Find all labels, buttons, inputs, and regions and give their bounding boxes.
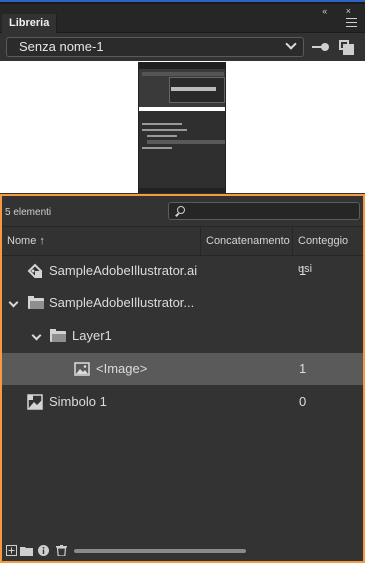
column-header: Nome ↑ Concatenamento Conteggio usi — [2, 226, 363, 275]
item-uses: 1 — [299, 361, 307, 376]
item-preview — [0, 61, 365, 193]
list-item[interactable]: SampleAdobeIllustrator.ai 1 — [2, 255, 363, 287]
new-library-panel-icon[interactable] — [339, 40, 354, 55]
pin-icon[interactable] — [312, 43, 330, 51]
item-name: Layer1 — [72, 328, 112, 343]
item-name: <Image> — [96, 361, 148, 376]
preview-thumbnail — [138, 62, 226, 193]
column-linkage[interactable]: Concatenamento — [200, 227, 292, 255]
search-input[interactable] — [168, 202, 360, 220]
sort-up-icon: ↑ — [39, 235, 45, 247]
symbol-icon — [27, 263, 43, 279]
item-name: SampleAdobeIllustrator.ai — [49, 263, 198, 278]
panel-menu-icon[interactable] — [346, 18, 357, 27]
panel-title-strip: « × — [0, 4, 365, 16]
library-list-panel: 5 elementi Nome ↑ Concatenamento Conteggi… — [0, 194, 365, 563]
document-name: Senza nome-1 — [19, 39, 104, 54]
chevron-down-icon[interactable] — [8, 297, 19, 308]
item-name: Simbolo 1 — [49, 394, 107, 409]
list-item[interactable]: Layer1 — [2, 320, 363, 352]
chevron-down-icon — [285, 38, 297, 50]
horizontal-scrollbar[interactable] — [74, 549, 246, 553]
item-uses: 1 — [299, 263, 307, 278]
tab-library[interactable]: Libreria — [2, 14, 58, 33]
chevron-down-icon[interactable] — [31, 330, 42, 341]
new-symbol-icon[interactable] — [6, 545, 17, 556]
new-folder-icon[interactable] — [20, 545, 33, 556]
library-footer — [2, 541, 363, 561]
item-uses: 0 — [299, 394, 307, 409]
list-item-selected[interactable]: <Image> 1 — [2, 353, 363, 385]
properties-icon[interactable] — [38, 545, 49, 556]
folder-icon — [50, 328, 66, 344]
image-icon — [74, 361, 90, 377]
folder-icon — [28, 295, 44, 311]
column-name[interactable]: Nome ↑ — [7, 227, 45, 255]
document-dropdown[interactable]: Senza nome-1 — [6, 37, 304, 57]
search-icon — [175, 206, 185, 217]
graphic-symbol-icon — [27, 394, 43, 410]
column-uses[interactable]: Conteggio usi — [292, 227, 363, 275]
item-name: SampleAdobeIllustrator... — [49, 295, 195, 310]
panel-tabbar: Libreria — [0, 14, 365, 33]
document-bar: Senza nome-1 — [0, 33, 365, 61]
list-item[interactable]: SampleAdobeIllustrator... — [2, 287, 363, 319]
trash-icon[interactable] — [56, 545, 67, 557]
list-item[interactable]: Simbolo 1 0 — [2, 386, 363, 418]
items-count: 5 elementi — [5, 207, 52, 218]
